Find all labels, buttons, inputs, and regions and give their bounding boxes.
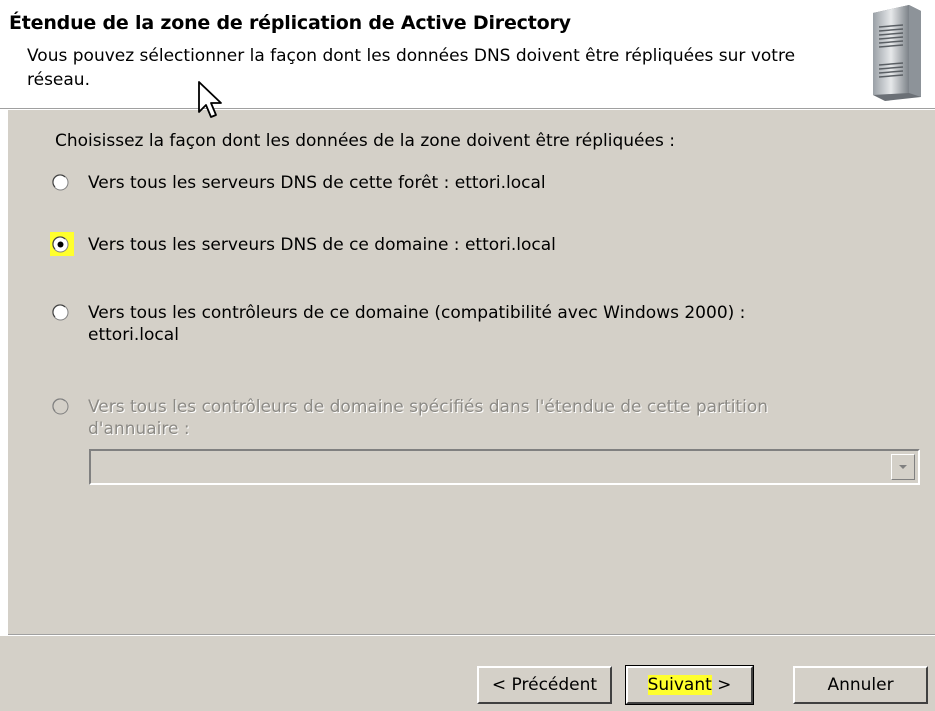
- back-button[interactable]: < Précédent: [477, 666, 612, 704]
- option-domain-controllers-label-line2: ettori.local: [88, 325, 179, 345]
- radio-domain-controllers[interactable]: [52, 304, 69, 321]
- mouse-pointer-icon: [198, 81, 222, 118]
- page-title: Étendue de la zone de réplication de Act…: [9, 12, 571, 34]
- option-forest-dns-label: Vers tous les serveurs DNS de cette forê…: [88, 173, 546, 193]
- options-prompt: Choisissez la façon dont les données de …: [55, 131, 675, 151]
- next-button[interactable]: Suivant >: [625, 665, 754, 705]
- partition-select-dropdown-button[interactable]: [891, 454, 915, 480]
- next-button-suffix: >: [711, 675, 732, 695]
- wizard-header: Étendue de la zone de réplication de Act…: [0, 0, 935, 108]
- next-button-highlighted-label: Suivant: [647, 675, 712, 695]
- chevron-down-icon: [899, 465, 907, 469]
- option-partition-controllers-label-line2: d'annuaire :: [88, 419, 190, 439]
- radio-forest-dns[interactable]: [52, 174, 69, 191]
- page-subtitle: Vous pouvez sélectionner la façon dont l…: [27, 46, 796, 90]
- partition-select[interactable]: [89, 449, 920, 485]
- left-edge: [0, 110, 8, 636]
- footer-divider-highlight: [8, 635, 935, 636]
- server-icon: [873, 5, 921, 101]
- header-divider-highlight: [0, 109, 935, 110]
- radio-domain-dns[interactable]: [52, 236, 69, 253]
- cancel-button[interactable]: Annuler: [793, 666, 928, 704]
- option-domain-controllers-label-line1: Vers tous les contrôleurs de ce domaine …: [88, 303, 746, 323]
- radio-partition-controllers[interactable]: [52, 398, 69, 415]
- option-partition-controllers-label-line1: Vers tous les contrôleurs de domaine spé…: [88, 397, 768, 417]
- option-domain-dns-label: Vers tous les serveurs DNS de ce domaine…: [88, 235, 556, 255]
